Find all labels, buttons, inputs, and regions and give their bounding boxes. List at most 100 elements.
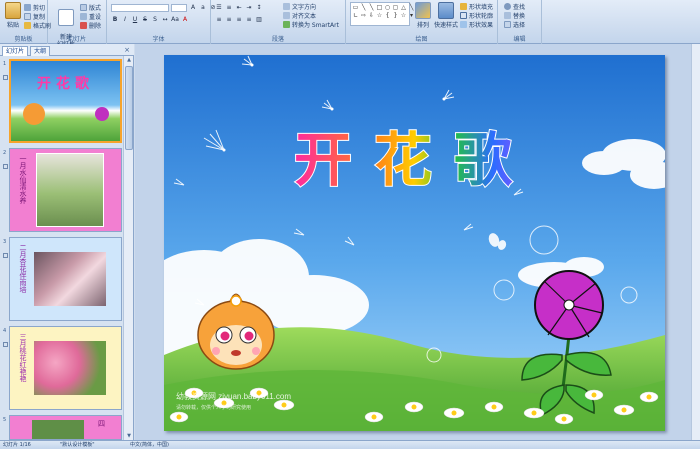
columns-icon[interactable]: ▥ (255, 16, 263, 24)
thumbnail-text: 三月桃花红艳艳 (19, 333, 27, 382)
slide-thumbnail-row[interactable]: 1 开花歌 (0, 59, 122, 145)
shrink-font-icon[interactable]: a (199, 4, 207, 12)
find-button[interactable]: 查找 (504, 2, 525, 11)
shape-effects-button[interactable]: 形状效果 (460, 20, 493, 29)
delete-slide-button[interactable]: 删除 (80, 21, 101, 30)
align-center-icon[interactable]: ≡ (225, 16, 233, 24)
replace-button[interactable]: 替换 (504, 11, 525, 20)
select-button[interactable]: 选择 (504, 20, 525, 29)
binoculars-icon (504, 2, 511, 10)
arrow-right-icon[interactable]: ⇨ (360, 12, 367, 19)
line-spacing-icon[interactable]: ↕ (255, 4, 263, 12)
increase-indent-icon[interactable]: ⇥ (245, 4, 253, 12)
brace-icon[interactable]: } (392, 12, 399, 19)
reset-button[interactable]: 重设 (80, 12, 101, 21)
slide-title[interactable]: 开花歌 (293, 125, 534, 195)
slide-number: 1 (3, 61, 7, 67)
flower-illustration (95, 107, 109, 121)
narcissus-photo (36, 153, 104, 227)
oval-icon[interactable]: ○ (384, 4, 391, 11)
slide-thumbnail-row[interactable]: 4 三月桃花红艳艳 (0, 326, 122, 412)
arrange-button[interactable]: 排列 (412, 2, 434, 29)
ribbon: 粘贴 剪切 复制 格式刷 剪贴板 新建 幻灯片 版式 重设 删除 幻灯片 A a… (0, 0, 700, 48)
line-icon[interactable]: ╲ (360, 4, 367, 11)
slide-thumbnail[interactable]: 三月桃花红艳艳 (9, 326, 122, 410)
main-scrollbar[interactable] (691, 44, 700, 440)
font-label: 字体 (152, 36, 165, 43)
bold-icon[interactable]: B (111, 16, 119, 24)
close-icon[interactable]: × (124, 46, 130, 54)
rounded-rect-icon[interactable]: ▢ (392, 4, 399, 11)
thumbnail-title: 开花歌 (37, 76, 94, 92)
shape-outline-button[interactable]: 形状轮廓 (460, 11, 493, 20)
shapes-gallery[interactable]: ▭ ╲ ╲ □ ○ ▢ △ ╲ ∟ ⇨ ⇩ ☆{} ☆ ▾ (350, 2, 413, 26)
animation-icon (3, 164, 8, 169)
cut-button[interactable]: 剪切 (24, 3, 45, 12)
slide-thumbnail[interactable]: 四 (9, 415, 122, 440)
slide-editing-area: 开花歌 幼教资源网 ziyuan.baby611.com 请勿转载，仅供个人学习… (135, 44, 700, 440)
brace-icon[interactable]: { (384, 12, 391, 19)
font-group: A a ⊘ B I U S S ↔ Aa A 字体 (107, 0, 216, 44)
paste-button[interactable]: 粘贴 (2, 2, 24, 29)
decrease-indent-icon[interactable]: ⇤ (235, 4, 243, 12)
align-right-icon[interactable]: ≡ (235, 16, 243, 24)
arrow-down-icon[interactable]: ⇩ (368, 12, 375, 19)
rectangle-icon[interactable]: ▭ (352, 4, 359, 11)
justify-icon[interactable]: ≡ (245, 16, 253, 24)
scroll-thumb[interactable] (125, 66, 133, 150)
slide-thumbnail-row[interactable]: 2 一月水仙清水养 (0, 148, 122, 234)
scroll-up-icon[interactable]: ▲ (125, 56, 133, 64)
delete-icon (80, 21, 87, 29)
font-name-box[interactable] (111, 4, 169, 12)
triangle-icon[interactable]: △ (400, 4, 407, 11)
effects-icon (460, 20, 467, 28)
layout-button[interactable]: 版式 (80, 3, 101, 12)
angle-icon[interactable]: ∟ (352, 12, 359, 19)
copy-button[interactable]: 复制 (24, 12, 45, 21)
align-left-icon[interactable]: ≡ (215, 16, 223, 24)
text-direction-button[interactable]: 文字方向 (283, 2, 316, 11)
slides-label: 幻灯片 (67, 36, 86, 43)
star-icon[interactable]: ☆ (400, 12, 407, 19)
smartart-icon (283, 20, 290, 28)
strikethrough-icon[interactable]: S (141, 16, 149, 24)
convert-smartart-button[interactable]: 转换为 SmartArt (283, 20, 339, 29)
paint-bucket-icon (460, 2, 467, 10)
star-icon[interactable]: ☆ (376, 12, 383, 19)
bullets-icon[interactable]: ☰ (215, 4, 223, 12)
font-color-icon[interactable]: A (181, 16, 189, 24)
paste-icon (5, 2, 21, 19)
format-painter-button[interactable]: 格式刷 (24, 21, 51, 30)
slide-number: 3 (3, 239, 7, 245)
slide-counter: 幻灯片 1/16 (3, 442, 31, 448)
animation-icon (3, 253, 8, 258)
tab-slides[interactable]: 幻灯片 (2, 46, 29, 56)
slide-thumbnail-row[interactable]: 3 二月杏花伴雨培 (0, 237, 122, 323)
slide-thumbnail[interactable]: 一月水仙清水养 (9, 148, 122, 232)
underline-icon[interactable]: U (131, 16, 139, 24)
quick-styles-button[interactable]: 快速样式 (434, 2, 458, 29)
change-case-icon[interactable]: Aa (171, 16, 179, 24)
shape-fill-button[interactable]: 形状填充 (460, 2, 493, 11)
italic-icon[interactable]: I (121, 16, 129, 24)
peach-blossom-photo (34, 341, 106, 395)
quick-styles-icon (438, 2, 454, 19)
font-size-box[interactable] (171, 4, 187, 12)
grow-font-icon[interactable]: A (189, 4, 197, 12)
slide-thumbnail[interactable]: 二月杏花伴雨培 (9, 237, 122, 321)
square-icon[interactable]: □ (376, 4, 383, 11)
layout-icon (80, 3, 87, 11)
numbering-icon[interactable]: ≡ (225, 4, 233, 12)
scroll-down-icon[interactable]: ▼ (125, 432, 133, 440)
replace-icon (504, 11, 511, 19)
spacing-icon[interactable]: ↔ (161, 16, 169, 24)
line-icon[interactable]: ╲ (368, 4, 375, 11)
slide-thumbnail[interactable]: 开花歌 (9, 59, 122, 143)
panel-scrollbar[interactable]: ▲ ▼ (123, 56, 133, 440)
tab-outline[interactable]: 大纲 (30, 46, 51, 56)
shadow-icon[interactable]: S (151, 16, 159, 24)
slide-canvas[interactable]: 开花歌 幼教资源网 ziyuan.baby611.com 请勿转载，仅供个人学习… (164, 55, 665, 431)
align-text-button[interactable]: 对齐文本 (283, 11, 316, 20)
drawing-label: 绘图 (415, 36, 428, 43)
slide-thumbnail-row[interactable]: 5 四 (0, 415, 122, 440)
